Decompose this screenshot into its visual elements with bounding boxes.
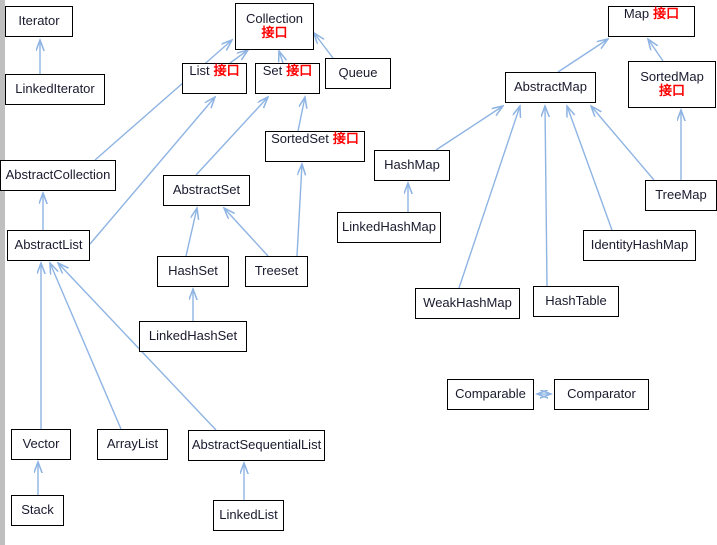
class-name-label: AbstractList <box>14 237 83 253</box>
diagram-canvas: Iterator LinkedIterator AbstractCollection… <box>0 0 717 545</box>
class-name-label: HashTable <box>545 293 607 309</box>
class-name-label: Map <box>623 6 650 21</box>
class-box-abstractsequentiallist[interactable]: AbstractSequentialList <box>188 430 325 461</box>
class-name-label: ArrayList <box>106 436 159 452</box>
class-name-label: Comparable <box>455 386 526 402</box>
arrow-arraylist-to-abstractlist <box>50 263 122 430</box>
class-box-queue[interactable]: Queue <box>325 58 391 89</box>
arrow-sortedmap-to-map <box>648 39 664 62</box>
class-name-label: AbstractCollection <box>5 167 111 183</box>
class-box-arraylist[interactable]: ArrayList <box>97 429 168 460</box>
class-box-hashmap[interactable]: HashMap <box>374 150 450 181</box>
class-name-label: SortedMap <box>640 68 704 84</box>
class-name-label: LinkedIterator <box>15 81 95 97</box>
class-name-label: Comparator <box>567 386 636 402</box>
class-box-abstractlist[interactable]: AbstractList <box>7 230 90 261</box>
class-box-abstractmap[interactable]: AbstractMap <box>505 72 596 103</box>
class-name-label: IdentityHashMap <box>590 237 689 253</box>
class-name-label: SortedSet <box>271 131 329 146</box>
interface-tag-label: 接口 <box>332 132 359 147</box>
class-box-weakhashmap[interactable]: WeakHashMap <box>415 288 520 319</box>
arrow-hashmap-to-abstractmap <box>435 106 503 151</box>
class-box-sortedmap[interactable]: SortedMap 接口 <box>628 61 716 108</box>
arrow-treeset-to-sortedset <box>296 164 302 257</box>
arrow-list-to-collection <box>229 50 248 64</box>
arrow-treemap-to-abstractmap <box>591 106 655 181</box>
class-name-label: AbstractMap <box>514 79 587 95</box>
class-box-hashset[interactable]: HashSet <box>157 256 229 287</box>
class-name-label: LinkedHashSet <box>148 328 238 344</box>
arrow-set-to-collection <box>279 51 283 64</box>
arrow-abstractcollection-to-collection <box>94 40 232 161</box>
class-box-treeset[interactable]: Treeset <box>245 256 308 287</box>
class-box-list[interactable]: List 接口 <box>182 63 247 94</box>
class-box-collection[interactable]: Collection 接口 <box>235 3 314 50</box>
interface-tag-label: 接口 <box>286 64 313 79</box>
class-box-stack[interactable]: Stack <box>11 495 64 526</box>
class-box-comparable[interactable]: Comparable <box>447 379 534 410</box>
class-name-label: Vector <box>22 436 60 452</box>
class-box-identityhashmap[interactable]: IdentityHashMap <box>583 230 696 261</box>
class-name-label: WeakHashMap <box>423 295 512 311</box>
arrow-identityhashmap-to-abstractmap <box>567 106 613 231</box>
class-box-map[interactable]: Map 接口 <box>608 6 695 37</box>
arrow-queue-to-collection <box>314 33 334 59</box>
class-name-label: Set <box>262 63 283 78</box>
class-box-linkedhashmap[interactable]: LinkedHashMap <box>337 212 441 243</box>
arrow-hashtable-to-abstractmap <box>545 106 547 287</box>
class-name-label: LinkedList <box>219 507 278 523</box>
class-box-linkedhashset[interactable]: LinkedHashSet <box>139 321 247 352</box>
class-name-label: Queue <box>338 65 378 81</box>
class-box-abstractcollection[interactable]: AbstractCollection <box>0 160 116 191</box>
interface-tag-label: 接口 <box>213 64 240 79</box>
class-name-label: TreeMap <box>655 187 707 203</box>
interface-tag-label: 接口 <box>658 83 685 99</box>
class-box-hashtable[interactable]: HashTable <box>533 286 619 317</box>
class-box-comparator[interactable]: Comparator <box>554 379 649 410</box>
class-name-label: AbstractSet <box>172 182 241 198</box>
class-name-label: Stack <box>21 502 54 518</box>
class-box-iterator[interactable]: Iterator <box>5 6 73 37</box>
class-name-label: Iterator <box>18 13 60 29</box>
interface-tag-label: 接口 <box>653 7 680 22</box>
arrow-treeset-to-abstractset <box>224 208 269 257</box>
class-box-vector[interactable]: Vector <box>11 429 71 460</box>
arrow-weakhashmap-to-abstractmap <box>458 106 520 289</box>
class-box-treemap[interactable]: TreeMap <box>645 180 717 211</box>
class-name-label: LinkedHashMap <box>342 219 436 235</box>
arrow-hashset-to-abstractset <box>185 208 197 257</box>
class-name-label: Collection <box>245 10 304 26</box>
class-name-label: Treeset <box>254 263 299 279</box>
arrow-abstractset-to-set <box>195 97 268 176</box>
class-box-linkedlist[interactable]: LinkedList <box>213 500 284 531</box>
class-name-label: AbstractSequentialList <box>191 437 322 453</box>
arrow-sortedset-to-set <box>297 97 305 132</box>
class-box-set[interactable]: Set 接口 <box>255 63 320 94</box>
class-box-linkediterator[interactable]: LinkedIterator <box>5 74 105 105</box>
class-box-sortedset[interactable]: SortedSet 接口 <box>265 131 365 162</box>
arrow-abstractmap-to-map <box>557 39 608 73</box>
class-name-label: HashSet <box>168 263 218 279</box>
class-name-label: HashMap <box>384 157 440 173</box>
interface-tag-label: 接口 <box>261 25 288 41</box>
class-box-abstractset[interactable]: AbstractSet <box>163 175 250 206</box>
class-name-label: List <box>189 63 210 78</box>
